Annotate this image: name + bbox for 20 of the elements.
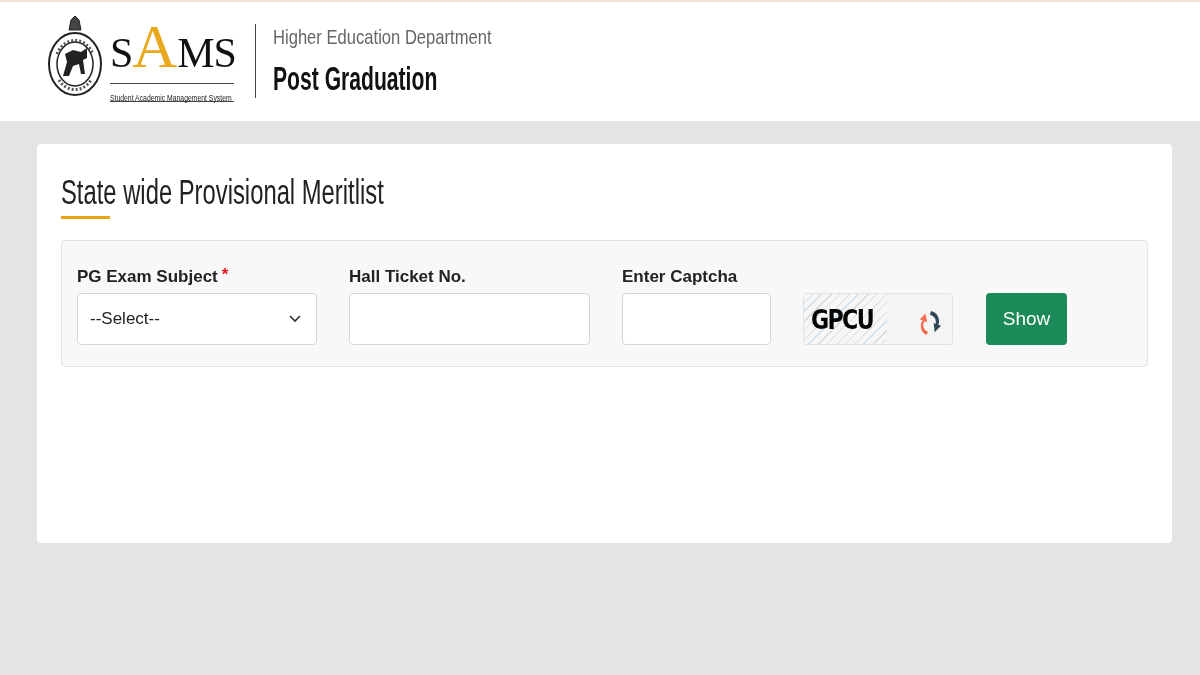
department-name: Higher Education Department xyxy=(273,24,492,49)
logo-tagline: Student Academic Management System xyxy=(110,92,232,103)
circular-seal-icon xyxy=(47,14,103,98)
portal-title: Post Graduation xyxy=(273,60,438,98)
captcha-input[interactable] xyxy=(622,293,771,345)
page-title: State wide Provisional Meritlist xyxy=(61,171,384,213)
logo-letters: A xyxy=(132,11,178,82)
subject-select[interactable]: --Select-- xyxy=(77,293,317,345)
refresh-icon[interactable] xyxy=(918,309,942,337)
field-label: Enter Captcha xyxy=(622,266,738,288)
title-underline xyxy=(61,216,110,219)
logo-letters: MS xyxy=(177,30,236,78)
field-label: Hall Ticket No. xyxy=(349,266,466,288)
chevron-down-icon xyxy=(289,315,301,323)
field-label: PG Exam Subject xyxy=(77,266,218,288)
required-mark: * xyxy=(221,265,229,285)
hall-ticket-input[interactable] xyxy=(349,293,590,345)
show-button[interactable]: Show xyxy=(986,293,1067,345)
logo-letters: S xyxy=(110,29,133,78)
captcha-text: GPCU xyxy=(811,303,874,335)
